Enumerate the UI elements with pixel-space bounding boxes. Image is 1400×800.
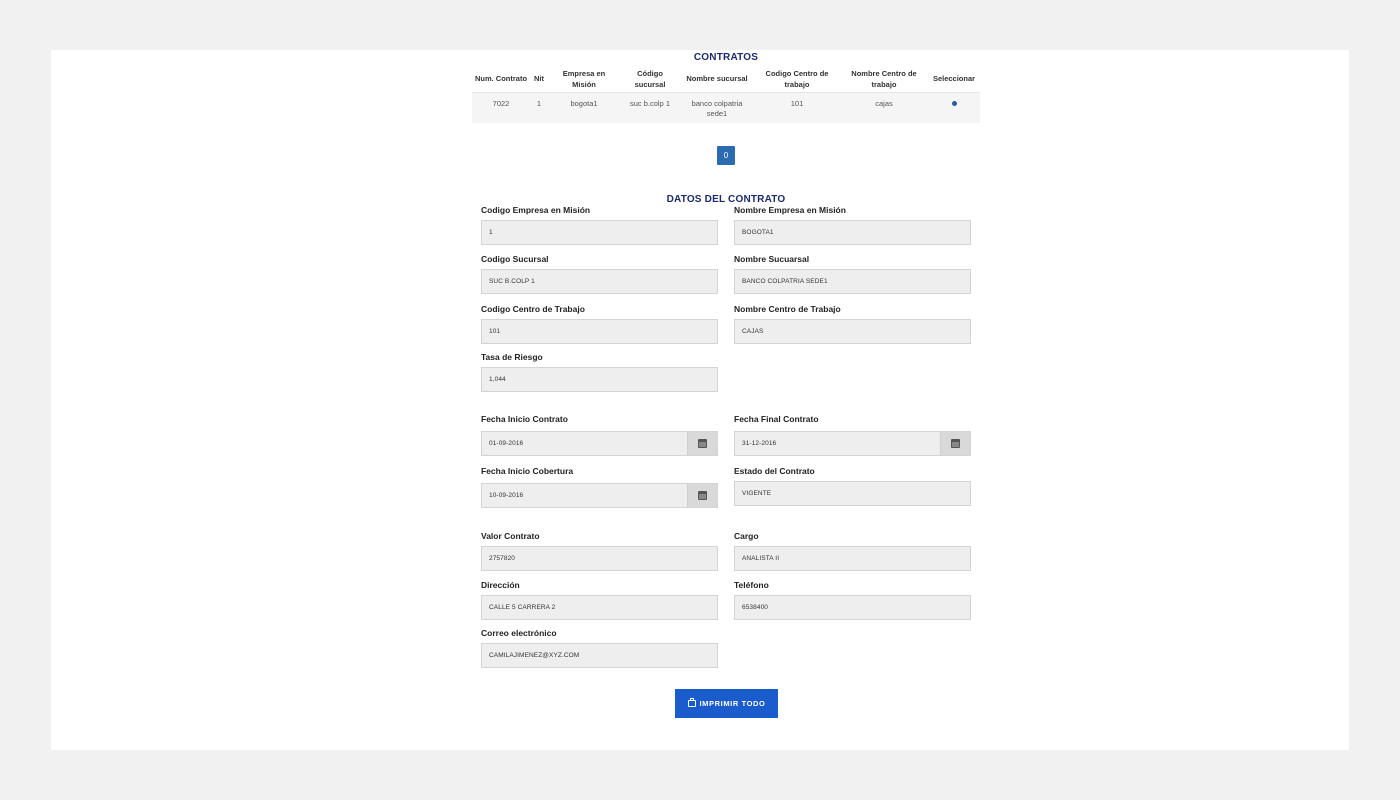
valor-contrato-field: Valor Contrato 2757820 xyxy=(481,531,718,571)
nombre-empresa-field: Nombre Empresa en Misión BOGOTA1 xyxy=(734,205,971,245)
cargo-input[interactable]: ANALISTA II xyxy=(734,546,971,571)
codigo-centro-label: Codigo Centro de Trabajo xyxy=(481,304,585,314)
correo-input[interactable]: CAMILAJIMENEZ@XYZ.COM xyxy=(481,643,718,668)
codigo-empresa-input[interactable]: 1 xyxy=(481,220,718,245)
cell-codigo-sucursal: suc b.colp 1 xyxy=(620,91,680,123)
codigo-sucursal-field: Codigo Sucursal SUC B.COLP 1 xyxy=(481,254,718,294)
nombre-sucursal-input[interactable]: BANCO COLPATRIA SEDE1 xyxy=(734,269,971,294)
fecha-inicio-contrato-value: 01-09-2016 xyxy=(489,440,524,447)
table-row[interactable]: 7022 1 bogota1 suc b.colp 1 banco colpat… xyxy=(472,91,980,123)
fecha-final-contrato-label: Fecha Final Contrato xyxy=(734,414,819,424)
fecha-inicio-contrato-calendar-button[interactable] xyxy=(687,432,717,455)
codigo-sucursal-input[interactable]: SUC B.COLP 1 xyxy=(481,269,718,294)
col-codigo-sucursal: Código sucursal xyxy=(634,68,666,89)
valor-contrato-input[interactable]: 2757820 xyxy=(481,546,718,571)
fecha-inicio-cobertura-field: Fecha Inicio Cobertura 10-09-2016 xyxy=(481,466,718,508)
fecha-inicio-cobertura-calendar-button[interactable] xyxy=(687,484,717,507)
codigo-sucursal-value: SUC B.COLP 1 xyxy=(489,278,535,285)
fecha-inicio-cobertura-value: 10-09-2016 xyxy=(489,492,524,499)
print-all-button[interactable]: IMPRIMIR TODO xyxy=(675,689,778,718)
direccion-value: CALLE 5 CARRERA 2 xyxy=(489,604,556,611)
telefono-value: 6538400 xyxy=(742,604,769,611)
cell-nombre-sucursal: banco colpatria sede1 xyxy=(680,91,754,123)
telefono-field: Teléfono 6538400 xyxy=(734,580,971,620)
cell-num-contrato: 7022 xyxy=(472,91,530,123)
fecha-final-contrato-input[interactable]: 31-12-2016 xyxy=(734,431,971,456)
estado-contrato-label: Estado del Contrato xyxy=(734,466,815,476)
cargo-field: Cargo ANALISTA II xyxy=(734,531,971,571)
nombre-sucursal-label: Nombre Sucuarsal xyxy=(734,254,810,264)
cell-nit: 1 xyxy=(530,91,548,123)
contracts-table: Num. Contrato Nit Empresa en Misión Códi… xyxy=(472,66,980,123)
telefono-label: Teléfono xyxy=(734,580,769,590)
codigo-centro-input[interactable]: 101 xyxy=(481,319,718,344)
contracts-title: CONTRATOS xyxy=(693,52,759,63)
nombre-centro-label: Nombre Centro de Trabajo xyxy=(734,304,841,314)
calendar-icon xyxy=(951,439,960,448)
nombre-centro-input[interactable]: CAJAS xyxy=(734,319,971,344)
printer-icon xyxy=(687,698,696,707)
correo-label: Correo electrónico xyxy=(481,628,557,638)
codigo-empresa-field: Codigo Empresa en Misión 1 xyxy=(481,205,718,245)
col-num-contrato: Num. Contrato xyxy=(474,74,528,84)
cell-empresa: bogota1 xyxy=(548,91,620,123)
nombre-empresa-input[interactable]: BOGOTA1 xyxy=(734,220,971,245)
nombre-sucursal-field: Nombre Sucuarsal BANCO COLPATRIA SEDE1 xyxy=(734,254,971,294)
table-header-row: Num. Contrato Nit Empresa en Misión Códi… xyxy=(472,66,980,92)
fecha-inicio-contrato-field: Fecha Inicio Contrato 01-09-2016 xyxy=(481,414,718,456)
nombre-centro-value: CAJAS xyxy=(742,328,764,335)
nombre-centro-field: Nombre Centro de Trabajo CAJAS xyxy=(734,304,971,344)
cell-seleccionar xyxy=(928,91,980,123)
tasa-riesgo-value: 1,044 xyxy=(489,376,506,383)
fecha-final-contrato-calendar-button[interactable] xyxy=(940,432,970,455)
telefono-input[interactable]: 6538400 xyxy=(734,595,971,620)
col-seleccionar: Seleccionar xyxy=(932,74,976,84)
col-nombre-sucursal: Nombre sucursal xyxy=(686,74,748,84)
nombre-empresa-value: BOGOTA1 xyxy=(742,229,774,236)
codigo-sucursal-label: Codigo Sucursal xyxy=(481,254,549,264)
valor-contrato-value: 2757820 xyxy=(489,555,516,562)
fecha-final-contrato-field: Fecha Final Contrato 31-12-2016 xyxy=(734,414,971,456)
codigo-empresa-label: Codigo Empresa en Misión xyxy=(481,205,591,215)
col-empresa: Empresa en Misión xyxy=(562,68,606,89)
direccion-field: Dirección CALLE 5 CARRERA 2 xyxy=(481,580,718,620)
fecha-inicio-cobertura-input[interactable]: 10-09-2016 xyxy=(481,483,718,508)
estado-contrato-field: Estado del Contrato VIGENTE xyxy=(734,466,971,506)
contract-data-title: DATOS DEL CONTRATO xyxy=(666,194,786,205)
calendar-icon xyxy=(698,491,707,500)
estado-contrato-input[interactable]: VIGENTE xyxy=(734,481,971,506)
col-nit: Nit xyxy=(534,74,544,84)
select-radio[interactable] xyxy=(951,100,957,106)
pagination-page-button[interactable]: 0 xyxy=(717,146,735,165)
fecha-inicio-contrato-input[interactable]: 01-09-2016 xyxy=(481,431,718,456)
col-nombre-centro: Nombre Centro de trabajo xyxy=(851,68,917,89)
correo-value: CAMILAJIMENEZ@XYZ.COM xyxy=(489,652,580,659)
nombre-sucursal-value: BANCO COLPATRIA SEDE1 xyxy=(742,278,828,285)
col-codigo-centro: Codigo Centro de trabajo xyxy=(765,68,829,89)
codigo-centro-value: 101 xyxy=(489,328,501,335)
direccion-label: Dirección xyxy=(481,580,520,590)
content-card: CONTRATOS Num. Contrato Nit Empresa en M… xyxy=(51,50,1349,750)
direccion-input[interactable]: CALLE 5 CARRERA 2 xyxy=(481,595,718,620)
tasa-riesgo-label: Tasa de Riesgo xyxy=(481,352,543,362)
valor-contrato-label: Valor Contrato xyxy=(481,531,540,541)
fecha-inicio-contrato-label: Fecha Inicio Contrato xyxy=(481,414,568,424)
fecha-inicio-cobertura-label: Fecha Inicio Cobertura xyxy=(481,466,574,476)
cell-codigo-centro: 101 xyxy=(754,91,840,123)
cargo-label: Cargo xyxy=(734,531,759,541)
tasa-riesgo-field: Tasa de Riesgo 1,044 xyxy=(481,352,718,392)
cell-nombre-centro: cajas xyxy=(840,91,928,123)
print-all-label: IMPRIMIR TODO xyxy=(699,699,766,708)
estado-contrato-value: VIGENTE xyxy=(742,490,772,497)
codigo-centro-field: Codigo Centro de Trabajo 101 xyxy=(481,304,718,344)
tasa-riesgo-input[interactable]: 1,044 xyxy=(481,367,718,392)
codigo-empresa-value: 1 xyxy=(489,229,493,236)
nombre-empresa-label: Nombre Empresa en Misión xyxy=(734,205,846,215)
correo-field: Correo electrónico CAMILAJIMENEZ@XYZ.COM xyxy=(481,628,718,668)
cargo-value: ANALISTA II xyxy=(742,555,780,562)
calendar-icon xyxy=(698,439,707,448)
fecha-final-contrato-value: 31-12-2016 xyxy=(742,440,777,447)
